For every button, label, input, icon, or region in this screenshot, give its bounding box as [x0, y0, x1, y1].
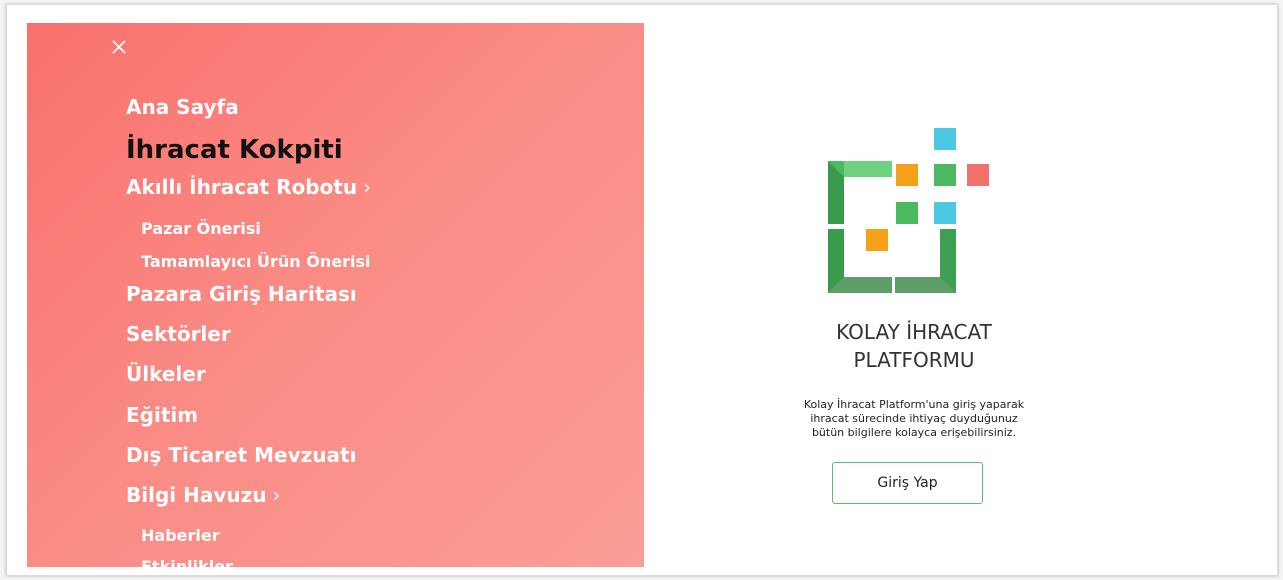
menu-item-label: Akıllı İhracat Robotu	[126, 175, 358, 199]
menu-item-bilgi-havuzu[interactable]: Bilgi Havuzu ›	[126, 483, 280, 507]
menu-item-sektorler[interactable]: Sektörler	[126, 322, 231, 346]
menu-item-dis-ticaret-mevzuati[interactable]: Dış Ticaret Mevzuatı	[126, 443, 356, 467]
menu-item-ihracat-kokpiti[interactable]: İhracat Kokpiti	[126, 135, 343, 165]
side-menu-panel: Ana Sayfa İhracat Kokpiti Akıllı İhracat…	[27, 23, 644, 567]
submenu-item-tamamlayici-urun-onerisi[interactable]: Tamamlayıcı Ürün Önerisi	[141, 252, 371, 271]
menu-item-label: Bilgi Havuzu	[126, 483, 267, 507]
close-icon[interactable]	[109, 37, 129, 57]
description-line: bütün bilgilere kolayca erişebilirsiniz.	[811, 426, 1017, 439]
menu-item-ulkeler[interactable]: Ülkeler	[126, 362, 206, 386]
submenu-item-haberler[interactable]: Haberler	[141, 526, 220, 545]
login-button[interactable]: Giriş Yap	[832, 462, 983, 504]
brand-title-line2: PLATFORMU	[853, 348, 975, 372]
chevron-right-icon: ›	[272, 483, 281, 507]
brand-title-line1: KOLAY İHRACAT	[836, 320, 992, 344]
chevron-right-icon: ›	[363, 175, 372, 199]
description-line: Kolay İhracat Platform'una giriş yaparak	[803, 398, 1025, 411]
menu-item-pazara-giris-haritasi[interactable]: Pazara Giriş Haritası	[126, 282, 357, 306]
submenu-item-etkinlikler[interactable]: Etkinlikler	[141, 557, 233, 567]
login-description: Kolay İhracat Platform'una giriş yaparak…	[744, 398, 1084, 440]
submenu-item-pazar-onerisi[interactable]: Pazar Önerisi	[141, 219, 261, 238]
login-pane: KOLAY İHRACAT PLATFORMU Kolay İhracat Pl…	[644, 5, 1277, 575]
menu-item-ana-sayfa[interactable]: Ana Sayfa	[126, 95, 239, 119]
kolay-ihracat-logo	[828, 128, 989, 293]
app-window: Ana Sayfa İhracat Kokpiti Akıllı İhracat…	[6, 4, 1278, 576]
menu-item-egitim[interactable]: Eğitim	[126, 403, 198, 427]
menu-item-akilli-ihracat-robotu[interactable]: Akıllı İhracat Robotu ›	[126, 175, 371, 199]
description-line: ihracat sürecinde ihtiyaç duyduğunuz	[810, 412, 1018, 425]
